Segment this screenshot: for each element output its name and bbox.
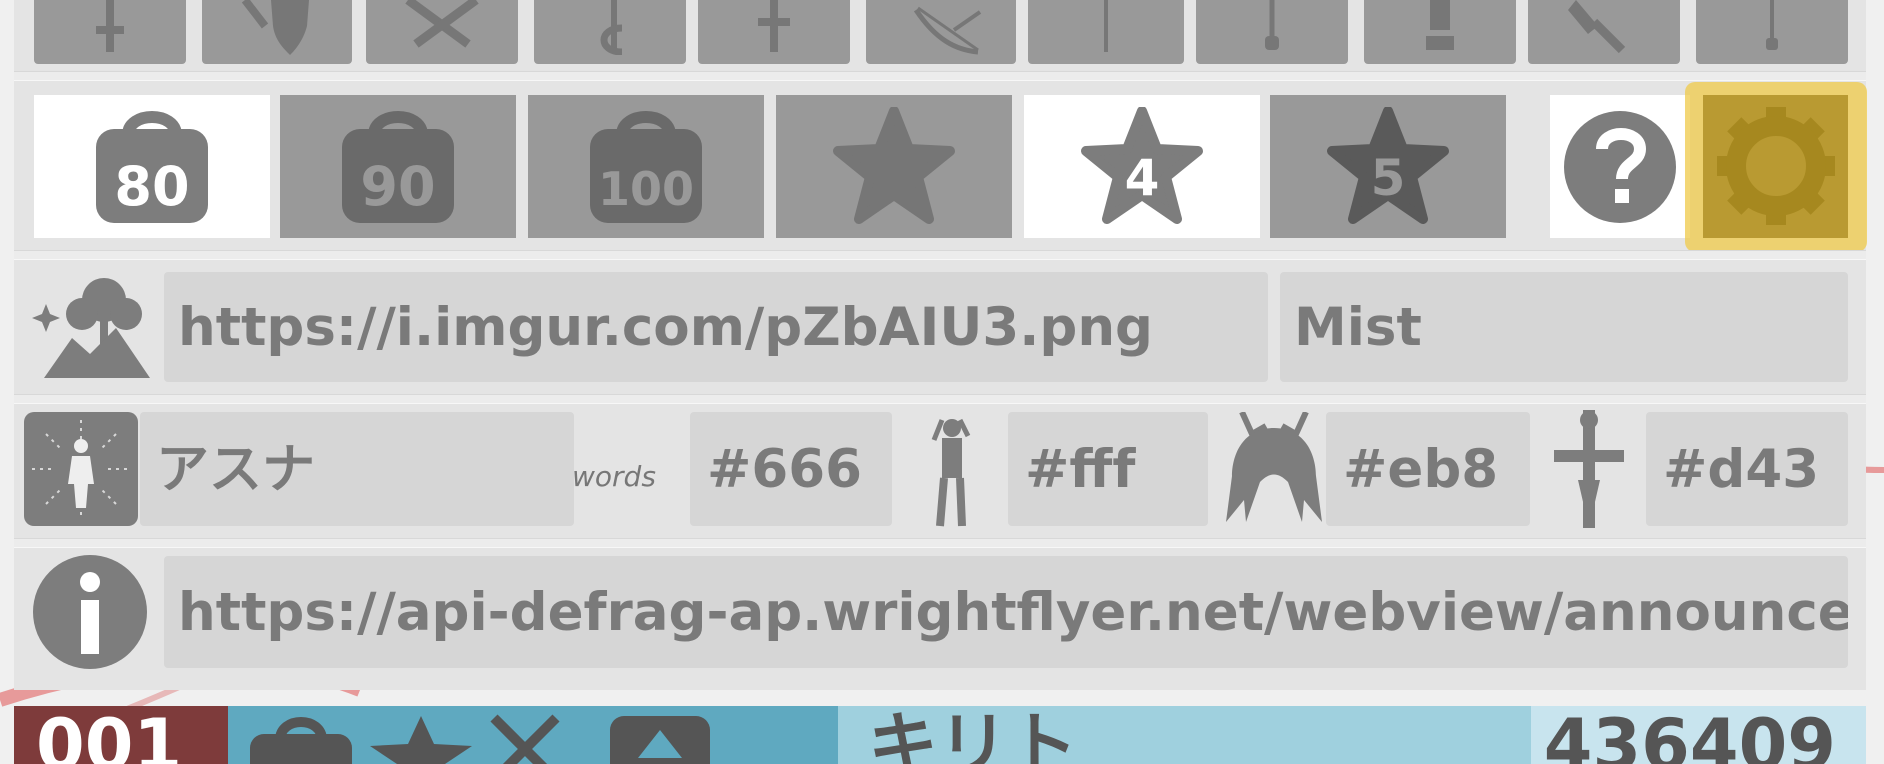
help-button[interactable] [1550,95,1690,238]
body-color-input[interactable]: #fff [1008,412,1208,526]
axe-icon [1568,0,1626,54]
list-item[interactable]: 001 キリト 436409 [14,706,1866,764]
rapier-icon [600,0,623,55]
landscape-icon [32,278,150,378]
filter-star-5[interactable]: 5 [1270,95,1506,238]
hair-color-input[interactable]: #eb8 [1326,412,1530,526]
weapon-filter-staff[interactable] [1696,0,1848,64]
star-icon [370,716,472,764]
hair-icon [1226,412,1322,522]
star-4-icon: 4 [1081,106,1203,224]
staff-icon [1766,0,1778,50]
weapon-filter-bow[interactable] [866,0,1016,64]
words-label: words [572,460,656,493]
rarity-80-icon: 80 [96,110,208,223]
weapon-filter-dagger[interactable] [698,0,850,64]
words-color-input[interactable]: #666 [690,412,892,526]
star-icon [833,106,955,224]
sword-icon [96,0,124,52]
settings-button[interactable] [1703,95,1848,238]
element-icon [610,716,710,764]
spear-icon [1104,0,1108,52]
rarity-icon [250,717,352,764]
character-select-button[interactable] [24,412,138,526]
rarity-80-label: 80 [114,155,189,218]
weapon-color-input[interactable]: #d43 [1646,412,1848,526]
background-url-input[interactable]: https://i.imgur.com/pZbAIU3.png [164,272,1268,382]
announcement-url-input[interactable]: https://api-defrag-ap.wrightflyer.net/we… [164,556,1848,668]
weapon-filter-axe[interactable] [1528,0,1680,64]
weapon-filter-mace[interactable] [1196,0,1348,64]
star-5-icon: 5 [1327,106,1449,224]
list-item-icons [228,706,838,764]
question-icon [1564,110,1676,223]
filter-star-4[interactable]: 4 [1024,95,1260,238]
filter-star[interactable] [776,95,1012,238]
rarity-100-icon: 100 [590,110,702,223]
mace-icon [1265,0,1279,50]
weapon-cross-icon [1554,410,1624,528]
filter-rarity-80[interactable]: 80 [34,95,270,238]
dagger-icon [758,0,790,52]
character-aura-icon [32,420,130,518]
rarity-100-label: 100 [598,162,694,216]
sword-shield-icon [241,0,309,55]
list-item-name: キリト [868,706,1078,764]
character-name-input[interactable]: アスナ [140,412,574,526]
star-5-label: 5 [1371,149,1406,207]
bow-icon [913,6,982,55]
list-item-number: 001 [14,706,228,764]
filter-rarity-100[interactable]: 100 [528,95,764,238]
weapon-filter-hammer[interactable] [1364,0,1516,64]
dual-swords-icon [490,714,560,764]
gear-icon [1717,107,1835,225]
weapon-filter-spear[interactable] [1028,0,1184,64]
weapon-filter-dual-swords[interactable] [366,0,518,64]
info-icon [33,555,147,669]
star-4-label: 4 [1125,149,1160,207]
weapon-filter-rapier[interactable] [534,0,686,64]
rarity-90-icon: 90 [342,110,454,223]
dual-swords-icon [405,0,479,48]
weapon-filter-sword-shield[interactable] [202,0,352,64]
background-effect-input[interactable]: Mist [1280,272,1848,382]
weapon-filter-sword[interactable] [34,0,186,64]
hammer-icon [1426,0,1454,50]
filter-rarity-90[interactable]: 90 [280,95,516,238]
list-item-score: 436409 [1543,706,1836,764]
body-figure-icon [931,418,971,527]
rarity-90-label: 90 [360,155,435,218]
